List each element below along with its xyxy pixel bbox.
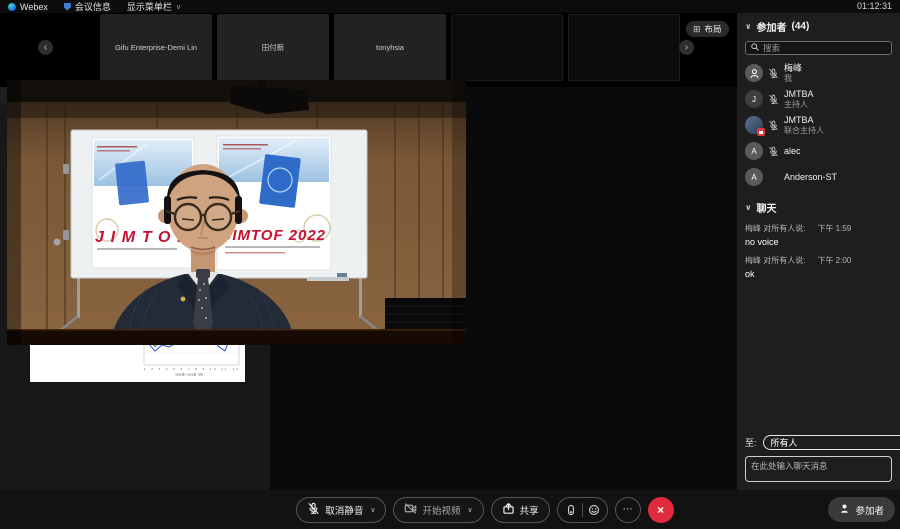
chat-sender: 梅峰 对所有人说:: [745, 223, 805, 234]
search-input[interactable]: [763, 43, 886, 53]
desk: [7, 330, 466, 345]
start-video-button[interactable]: 开始视频 ∨: [393, 497, 483, 523]
avatar: A: [745, 168, 763, 186]
filmstrip-prev-button[interactable]: ‹: [38, 40, 53, 55]
chat-message: 梅峰 对所有人说: 下午 2:00 ok: [745, 255, 892, 279]
mic-muted-icon: [768, 146, 779, 157]
unmute-button[interactable]: 取消静音 ∨: [296, 497, 386, 523]
participants-panel-button[interactable]: 参加者: [828, 497, 895, 522]
record-button[interactable]: [560, 499, 582, 521]
mic-muted-icon: [768, 68, 779, 79]
door-handle: [54, 239, 61, 246]
show-menubar-menu[interactable]: 显示菜单栏 ∨: [127, 0, 181, 13]
avatar: [745, 64, 763, 82]
grid-icon: ⊞: [693, 24, 701, 35]
chat-message-input[interactable]: [745, 456, 892, 482]
mic-muted-icon: [307, 502, 320, 518]
layout-button[interactable]: ⊞ 布局: [686, 21, 729, 37]
sidebar-panel: ∨ 参加者 (44) 梅峰我 J JMTBA主持人: [737, 13, 900, 490]
chat-message: 梅峰 对所有人说: 下午 1:59 no voice: [745, 223, 892, 247]
video-thumbnail[interactable]: Gifu Enterprise-Demi Lin: [100, 14, 212, 81]
chat-text: ok: [745, 269, 892, 279]
avatar: A: [745, 142, 763, 160]
more-icon: ⋯: [623, 504, 633, 515]
chevron-down-icon[interactable]: ∨: [370, 506, 375, 514]
chevron-down-icon: ∨: [745, 203, 752, 212]
filmstrip: ‹ Gifu Enterprise-Demi Lin 田付新 tonyhsia …: [0, 13, 737, 87]
webex-window: Webex 会议信息 显示菜单栏 ∨ 01:12:31 ‹ Gifu Enter…: [0, 0, 900, 529]
chat-title: 聊天: [757, 200, 777, 215]
share-screen-icon: [502, 502, 515, 518]
chevron-down-icon: ∨: [176, 3, 181, 11]
app-name: Webex: [20, 2, 48, 12]
video-thumbnail[interactable]: [568, 14, 680, 81]
filmstrip-next-button[interactable]: ›: [679, 40, 694, 55]
svg-text:1 2 3 4 5 6 7 8 9 10 11 12: 1 2 3 4 5 6 7 8 9 10 11 12: [144, 367, 239, 371]
meeting-clock: 01:12:31: [857, 0, 892, 13]
chat-text: no voice: [745, 237, 892, 247]
participant-row[interactable]: 梅峰我: [745, 60, 892, 86]
webex-menu[interactable]: Webex: [8, 2, 48, 12]
participant-row[interactable]: A alec: [745, 138, 892, 164]
active-speaker-video[interactable]: JIMTOF JIMTOF 2022: [7, 80, 466, 345]
menubar: Webex 会议信息 显示菜单栏 ∨ 01:12:31: [0, 0, 900, 13]
avatar-video-preview: [745, 116, 763, 134]
shield-icon: [64, 3, 71, 11]
control-bar: 取消静音 ∨ 开始视频 ∨ 共享: [0, 490, 900, 529]
video-thumbnail[interactable]: tonyhsia: [334, 14, 446, 81]
close-icon: ×: [657, 503, 664, 517]
avatar: J: [745, 90, 763, 108]
participant-row[interactable]: JMTBA联合主持人: [745, 112, 892, 138]
to-label: 至:: [745, 436, 757, 449]
record-reactions-group: [557, 497, 608, 523]
chat-section-header[interactable]: ∨ 聊天: [745, 200, 892, 215]
share-button[interactable]: 共享: [491, 497, 550, 523]
participant-search[interactable]: [745, 41, 892, 55]
reactions-button[interactable]: [583, 499, 605, 521]
chevron-down-icon[interactable]: ∨: [468, 506, 473, 514]
chat-time: 下午 2:00: [817, 255, 851, 266]
participant-row[interactable]: J JMTBA主持人: [745, 86, 892, 112]
mic-muted-icon: [768, 94, 779, 105]
participants-section-header[interactable]: ∨ 参加者 (44): [745, 19, 892, 34]
video-thumbnail[interactable]: 田付新: [217, 14, 329, 81]
mic-muted-icon: [768, 120, 779, 131]
participants-count: (44): [792, 21, 810, 32]
camera-off-icon: [404, 502, 417, 518]
video-thumbnail[interactable]: [451, 14, 563, 81]
leave-meeting-button[interactable]: ×: [648, 497, 674, 523]
search-icon: [751, 43, 759, 53]
camera-on-badge-icon: [757, 128, 765, 136]
svg-text:2020年～2021年（月）: 2020年～2021年（月）: [175, 373, 204, 377]
svg-text:JIMTOF 2022: JIMTOF 2022: [223, 227, 326, 244]
chevron-down-icon: ∨: [745, 22, 752, 31]
chevron-right-icon: ›: [685, 42, 688, 53]
meeting-info-menu[interactable]: 会议信息: [64, 0, 111, 13]
chat-time: 下午 1:59: [817, 223, 851, 234]
webex-logo-icon: [8, 3, 16, 11]
participants-title: 参加者: [757, 19, 787, 34]
person-icon: [839, 503, 850, 517]
chevron-left-icon: ‹: [44, 42, 47, 53]
chat-sender: 梅峰 对所有人说:: [745, 255, 805, 266]
more-options-button[interactable]: ⋯: [615, 497, 641, 523]
recipient-select[interactable]: 所有人: [763, 435, 900, 450]
participant-row[interactable]: A Anderson-ST: [745, 164, 892, 190]
